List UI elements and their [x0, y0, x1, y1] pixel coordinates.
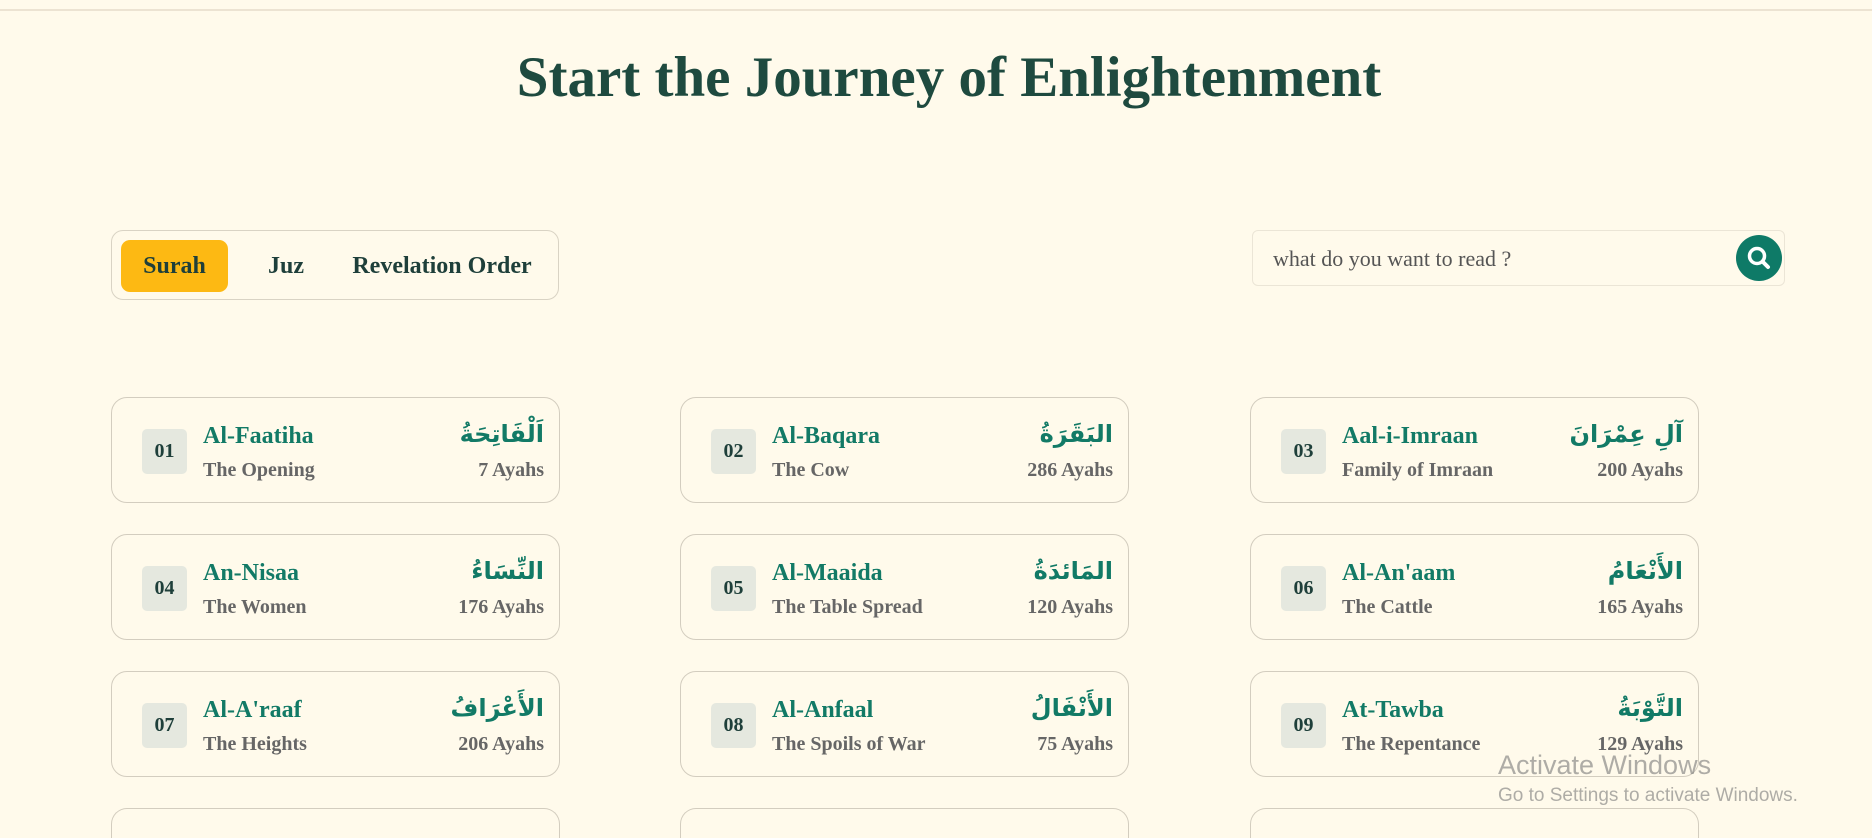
surah-card[interactable]: 06 Al-An'aam The Cattle الأَنْعَامُ 165 … — [1250, 534, 1699, 640]
surah-meaning: The Cattle — [1342, 596, 1433, 618]
surah-card[interactable]: 05 Al-Maaida The Table Spread المَائدَةُ… — [680, 534, 1129, 640]
surah-ayah-count: 176 Ayahs — [458, 596, 544, 618]
surah-card-partial[interactable] — [111, 808, 560, 838]
surah-name: Al-A'raaf — [203, 697, 302, 723]
search-button[interactable] — [1736, 235, 1782, 281]
surah-card[interactable]: 02 Al-Baqara The Cow البَقَرَةُ 286 Ayah… — [680, 397, 1129, 503]
surah-number: 07 — [142, 703, 187, 748]
surah-meaning: The Spoils of War — [772, 733, 926, 755]
surah-arabic-name: البَقَرَةُ — [1039, 420, 1113, 448]
surah-meaning: Family of Imraan — [1342, 459, 1494, 481]
surah-arabic-name: آلِ عِمْرَانَ — [1569, 420, 1683, 448]
tab-surah[interactable]: Surah — [121, 240, 228, 292]
surah-name: An-Nisaa — [203, 560, 300, 586]
surah-meaning: The Women — [203, 596, 307, 618]
surah-number: 03 — [1281, 429, 1326, 474]
surah-meaning: The Cow — [772, 459, 850, 481]
surah-meaning: The Repentance — [1342, 733, 1481, 755]
activation-watermark: Activate Windows Go to Settings to activ… — [1498, 748, 1798, 810]
search-input[interactable] — [1271, 241, 1715, 277]
surah-meaning: The Heights — [203, 733, 307, 755]
view-tabs: Surah Juz Revelation Order — [111, 230, 559, 300]
surah-card[interactable]: 07 Al-A'raaf The Heights الأَعْرَافُ 206… — [111, 671, 560, 777]
surah-number: 04 — [142, 566, 187, 611]
surah-card[interactable]: 08 Al-Anfaal The Spoils of War الأَنْفَا… — [680, 671, 1129, 777]
surah-card[interactable]: 04 An-Nisaa The Women النِّسَاءُ 176 Aya… — [111, 534, 560, 640]
surah-name: At-Tawba — [1342, 697, 1444, 723]
surah-ayah-count: 286 Ayahs — [1027, 459, 1113, 481]
surah-name: Aal-i-Imraan — [1342, 423, 1478, 449]
surah-arabic-name: اَلْفَاتِحَةُ — [459, 420, 544, 448]
surah-card-partial[interactable] — [680, 808, 1129, 838]
surah-number: 05 — [711, 566, 756, 611]
surah-arabic-name: النِّسَاءُ — [471, 557, 544, 585]
surah-meaning: The Opening — [203, 459, 315, 481]
surah-ayah-count: 7 Ayahs — [478, 459, 544, 481]
surah-ayah-count: 200 Ayahs — [1597, 459, 1683, 481]
surah-number: 02 — [711, 429, 756, 474]
surah-meaning: The Table Spread — [772, 596, 923, 618]
tab-juz[interactable]: Juz — [246, 240, 326, 292]
surah-number: 08 — [711, 703, 756, 748]
watermark-subtitle: Go to Settings to activate Windows. — [1498, 785, 1798, 806]
top-divider — [0, 9, 1872, 11]
surah-ayah-count: 120 Ayahs — [1027, 596, 1113, 618]
surah-name: Al-Anfaal — [772, 697, 874, 723]
watermark-title: Activate Windows — [1498, 750, 1712, 780]
search-icon — [1747, 246, 1770, 269]
page-title: Start the Journey of Enlightenment — [516, 46, 1382, 109]
surah-ayah-count: 75 Ayahs — [1037, 733, 1113, 755]
surah-card[interactable]: 01 Al-Faatiha The Opening اَلْفَاتِحَةُ … — [111, 397, 560, 503]
surah-name: Al-Faatiha — [203, 423, 314, 449]
surah-arabic-name: التَّوْبَةُ — [1617, 694, 1683, 722]
surah-ayah-count: 165 Ayahs — [1597, 596, 1683, 618]
surah-arabic-name: الأَنْعَامُ — [1607, 557, 1683, 585]
surah-card-partial[interactable] — [1250, 808, 1699, 838]
surah-name: Al-Baqara — [772, 423, 880, 449]
surah-ayah-count: 206 Ayahs — [458, 733, 544, 755]
surah-number: 01 — [142, 429, 187, 474]
surah-name: Al-An'aam — [1342, 560, 1456, 586]
surah-arabic-name: المَائدَةُ — [1033, 557, 1113, 585]
tab-revelation-order[interactable]: Revelation Order — [337, 240, 547, 292]
surah-arabic-name: الأَعْرَافُ — [450, 694, 544, 722]
surah-card[interactable]: 03 Aal-i-Imraan Family of Imraan آلِ عِم… — [1250, 397, 1699, 503]
surah-number: 09 — [1281, 703, 1326, 748]
surah-arabic-name: الأَنْفَالُ — [1030, 694, 1113, 722]
search-bar — [1252, 230, 1785, 286]
surah-number: 06 — [1281, 566, 1326, 611]
surah-name: Al-Maaida — [772, 560, 883, 586]
